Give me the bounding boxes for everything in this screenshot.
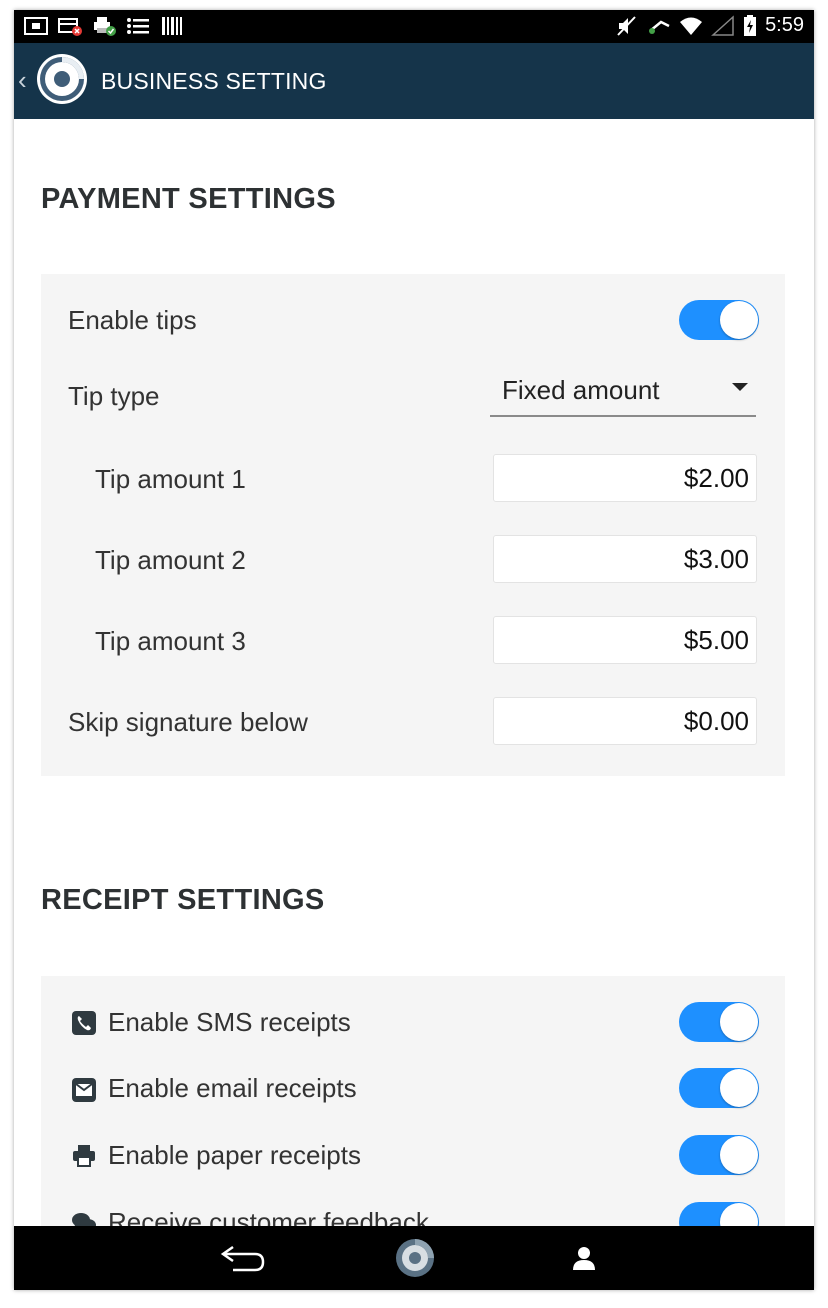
skip-signature-input[interactable]: $0.00 — [493, 697, 757, 745]
tip-amount-2-input[interactable]: $3.00 — [493, 535, 757, 583]
page-title: BUSINESS SETTING — [101, 68, 327, 94]
customer-feedback-label: Receive customer feedback — [108, 1207, 429, 1226]
status-time: 5:59 — [765, 14, 804, 36]
home-logo-icon[interactable] — [395, 1238, 435, 1278]
tip-type-value: Fixed amount — [502, 375, 660, 405]
wifi-icon — [680, 17, 703, 35]
navigation-bar — [14, 1226, 814, 1290]
tip-amount-1-input[interactable]: $2.00 — [493, 454, 757, 502]
customer-feedback-toggle[interactable] — [679, 1202, 759, 1226]
mute-icon — [617, 15, 636, 36]
tip-type-label: Tip type — [68, 381, 160, 411]
battery-charging-icon — [744, 14, 757, 36]
envelope-icon — [72, 1078, 96, 1102]
usb-icon — [649, 20, 670, 34]
barcode-icon — [162, 17, 182, 35]
tip-amount-1-value: $2.00 — [683, 463, 749, 493]
payment-settings-title: PAYMENT SETTINGS — [41, 183, 336, 215]
paper-receipts-toggle[interactable] — [679, 1135, 759, 1175]
paper-receipts-label: Enable paper receipts — [108, 1140, 361, 1170]
status-right-icons: 5:59 — [615, 14, 804, 37]
payment-settings-panel: Enable tips Tip type Fixed amount Tip am… — [41, 274, 785, 776]
status-bar: 5:59 — [14, 10, 814, 43]
skip-signature-label: Skip signature below — [68, 707, 308, 737]
tip-amount-3-input[interactable]: $5.00 — [493, 616, 757, 664]
app-bar: ‹ BUSINESS SETTING — [14, 43, 814, 119]
chevron-left-icon[interactable]: ‹ — [18, 65, 27, 96]
receipt-settings-panel: Enable SMS receipts Enable email receipt… — [41, 976, 785, 1226]
tip-type-select[interactable]: Fixed amount — [490, 369, 756, 417]
tip-amount-3-label: Tip amount 3 — [95, 626, 246, 656]
settings-content[interactable]: PAYMENT SETTINGS Enable tips Tip type Fi… — [14, 119, 814, 1226]
comments-icon — [72, 1213, 96, 1226]
signal-icon — [711, 14, 734, 36]
sms-receipts-toggle[interactable] — [679, 1002, 759, 1042]
email-receipts-label: Enable email receipts — [108, 1073, 357, 1103]
printer-icon — [73, 1145, 95, 1167]
list-icon — [127, 18, 149, 34]
enable-tips-label: Enable tips — [68, 305, 197, 335]
phone-icon — [72, 1011, 96, 1035]
person-icon[interactable] — [571, 1245, 597, 1271]
sim-error-icon — [58, 18, 82, 36]
printer-ok-icon — [94, 17, 116, 36]
tip-amount-2-value: $3.00 — [683, 544, 749, 574]
skip-signature-value: $0.00 — [683, 706, 749, 736]
device-frame: 5:59 ‹ BUSINESS SETTING PAYMENT SETTINGS… — [14, 10, 814, 1290]
sms-receipts-label: Enable SMS receipts — [108, 1007, 351, 1037]
screen-icon — [24, 17, 48, 35]
tip-amount-2-label: Tip amount 2 — [95, 545, 246, 575]
caret-down-icon — [732, 383, 748, 391]
tip-amount-1-label: Tip amount 1 — [95, 464, 246, 494]
app-logo-icon[interactable] — [36, 53, 88, 105]
back-arrow-icon[interactable] — [219, 1243, 267, 1273]
tip-amount-3-value: $5.00 — [683, 625, 749, 655]
email-receipts-toggle[interactable] — [679, 1068, 759, 1108]
status-left-icons — [24, 15, 184, 37]
enable-tips-toggle[interactable] — [679, 300, 759, 340]
receipt-settings-title: RECEIPT SETTINGS — [41, 884, 325, 916]
